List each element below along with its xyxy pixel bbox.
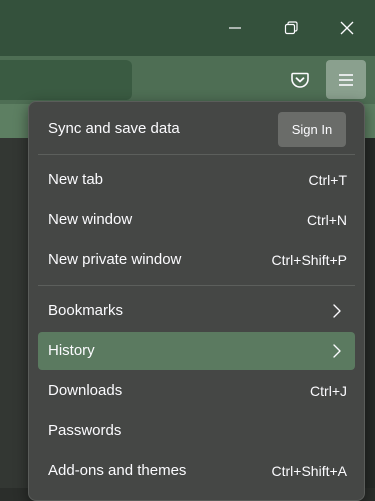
menu-item-passwords[interactable]: Passwords bbox=[38, 412, 355, 450]
menu-item-history[interactable]: History bbox=[38, 332, 355, 370]
menu-item-shortcut: Ctrl+Shift+A bbox=[271, 463, 347, 479]
hamburger-menu-icon bbox=[339, 73, 353, 86]
menu-item-label: New window bbox=[48, 211, 133, 228]
window-titlebar bbox=[0, 0, 375, 56]
menu-item-label: Bookmarks bbox=[48, 302, 124, 319]
menu-item-shortcut: Ctrl+T bbox=[308, 172, 348, 188]
minimize-button[interactable] bbox=[212, 8, 258, 48]
sync-label: Sync and save data bbox=[48, 120, 180, 137]
menu-separator bbox=[38, 285, 355, 286]
chevron-right-icon bbox=[333, 344, 341, 358]
menu-item-shortcut: Ctrl+N bbox=[306, 212, 347, 228]
menu-item-label: New tab bbox=[48, 171, 104, 188]
restore-icon bbox=[284, 21, 298, 35]
sign-in-button[interactable]: Sign In bbox=[278, 112, 346, 147]
menu-item-addons-and-themes[interactable]: Add-ons and themes Ctrl+Shift+A bbox=[38, 452, 355, 490]
menu-item-shortcut: Ctrl+J bbox=[310, 383, 347, 399]
menu-item-bookmarks[interactable]: Bookmarks bbox=[38, 292, 355, 330]
menu-item-new-tab[interactable]: New tab Ctrl+T bbox=[38, 161, 355, 199]
sync-header: Sync and save data Sign In bbox=[29, 102, 364, 154]
app-menu-panel: Sync and save data Sign In New tab Ctrl+… bbox=[28, 101, 365, 501]
close-icon bbox=[340, 21, 354, 35]
pocket-button[interactable] bbox=[284, 64, 316, 96]
close-button[interactable] bbox=[324, 8, 370, 48]
restore-button[interactable] bbox=[268, 8, 314, 48]
pocket-icon bbox=[291, 72, 309, 88]
minimize-icon bbox=[229, 27, 241, 29]
menu-separator bbox=[38, 154, 355, 155]
address-bar[interactable] bbox=[0, 60, 132, 100]
menu-item-label: Passwords bbox=[48, 422, 122, 439]
menu-item-shortcut: Ctrl+Shift+P bbox=[271, 252, 347, 268]
menu-item-label: Downloads bbox=[48, 382, 123, 399]
menu-item-label: Add-ons and themes bbox=[48, 462, 187, 479]
content-sidebar-shade bbox=[0, 138, 28, 488]
application-menu-button[interactable] bbox=[326, 60, 366, 99]
navigation-toolbar bbox=[0, 56, 375, 104]
menu-item-downloads[interactable]: Downloads Ctrl+J bbox=[38, 372, 355, 410]
menu-item-new-window[interactable]: New window Ctrl+N bbox=[38, 201, 355, 239]
menu-item-label: New private window bbox=[48, 251, 182, 268]
chevron-right-icon bbox=[333, 304, 341, 318]
menu-item-new-private-window[interactable]: New private window Ctrl+Shift+P bbox=[38, 241, 355, 279]
menu-item-label: History bbox=[48, 342, 95, 359]
